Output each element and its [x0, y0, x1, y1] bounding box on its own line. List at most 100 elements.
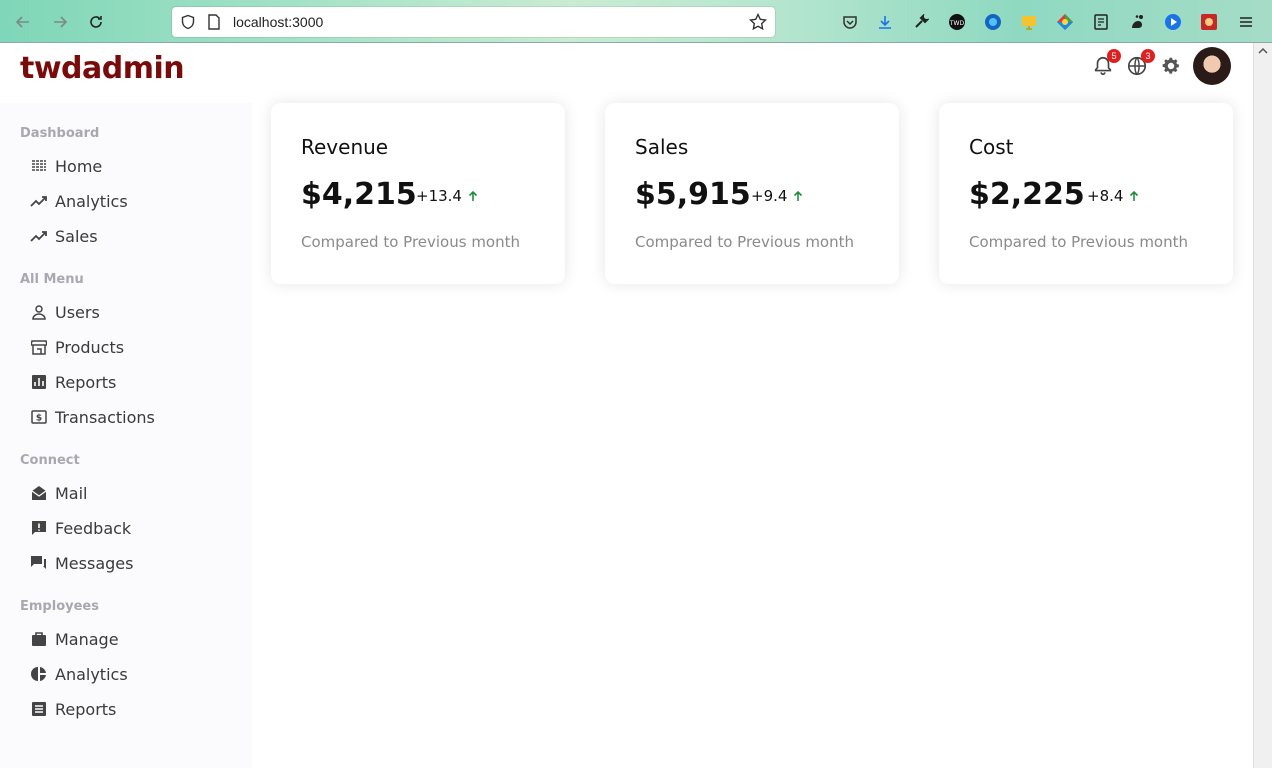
sidebar-item-home[interactable]: Home [30, 153, 102, 179]
sidebar-item-manage[interactable]: Manage [30, 626, 119, 652]
trending-up-icon [30, 192, 48, 210]
sidebar-item-analytics[interactable]: Analytics [30, 188, 128, 214]
cost-card: Cost $2,225 +8.4 Compared to Previous mo… [939, 103, 1233, 284]
main-content: Revenue $4,215 +13.4 Compared to Previou… [252, 103, 1253, 768]
globe-extension-icon[interactable] [983, 12, 1003, 32]
card-title: Revenue [301, 135, 389, 159]
language-button[interactable]: 3 [1124, 49, 1155, 79]
card-rate-value: +9.4 [751, 187, 788, 205]
hamburger-menu-icon[interactable] [1236, 12, 1256, 32]
card-value: $2,225 [969, 177, 1085, 212]
sidebar-item-label: Home [55, 156, 103, 176]
sidebar-item-employee-analytics[interactable]: Analytics [30, 661, 128, 687]
sidebar-item-transactions[interactable]: $ Transactions [30, 404, 155, 430]
sidebar-item-feedback[interactable]: Feedback [30, 515, 131, 541]
section-title-all-menu: All Menu [20, 272, 84, 287]
sidebar-item-label: Reports [55, 372, 117, 392]
download-icon[interactable] [875, 12, 895, 32]
sidebar-item-employee-reports[interactable]: Reports [30, 696, 116, 722]
presentation-extension-icon[interactable] [1019, 12, 1039, 32]
sidebar-item-label: Analytics [55, 664, 128, 684]
arrow-right-icon [54, 16, 68, 28]
notifications-badge: 5 [1107, 49, 1121, 63]
sidebar-item-label: Transactions [55, 407, 155, 427]
sidebar-item-sales[interactable]: Sales [30, 223, 98, 249]
arrow-left-icon [15, 16, 29, 28]
wrench-icon[interactable] [911, 12, 931, 32]
card-rate: +8.4 [1087, 187, 1139, 205]
play-extension-icon[interactable] [1163, 12, 1183, 32]
forum-icon [30, 554, 48, 572]
sidebar-item-label: Sales [55, 226, 98, 246]
sidebar-item-label: Analytics [55, 191, 128, 211]
svg-text:$: $ [36, 414, 42, 424]
settings-button[interactable] [1158, 53, 1184, 79]
card-subtitle: Compared to Previous month [969, 233, 1189, 251]
section-title-employees: Employees [20, 599, 99, 614]
sidebar-item-messages[interactable]: Messages [30, 550, 133, 576]
sidebar-item-label: Manage [55, 629, 119, 649]
twd-extension-icon[interactable]: TWD [947, 12, 967, 32]
scroll-up-icon[interactable] [1258, 47, 1268, 55]
card-value: $5,915 [635, 177, 751, 212]
card-value: $4,215 [301, 177, 417, 212]
card-subtitle: Compared to Previous month [301, 233, 521, 251]
mail-icon [30, 484, 48, 502]
briefcase-icon [30, 630, 48, 648]
vertical-scrollbar[interactable] [1253, 43, 1272, 768]
sales-card: Sales $5,915 +9.4 Compared to Previous m… [605, 103, 899, 284]
browser-toolbar: localhost:3000 TWD [0, 0, 1272, 43]
reload-icon [90, 16, 102, 28]
report-icon [30, 700, 48, 718]
card-title: Sales [635, 135, 689, 159]
user-icon [30, 303, 48, 321]
shield-icon [181, 14, 195, 30]
card-rate-value: +8.4 [1087, 187, 1124, 205]
card-rate: +9.4 [751, 187, 803, 205]
bookmark-star-icon[interactable] [749, 13, 767, 31]
sidebar-item-products[interactable]: Products [30, 334, 124, 360]
reload-button[interactable] [85, 11, 107, 33]
arrow-up-icon [794, 190, 803, 201]
sidebar-item-mail[interactable]: Mail [30, 480, 88, 506]
pie-chart-icon [30, 665, 48, 683]
money-icon: $ [30, 408, 48, 426]
address-bar[interactable]: localhost:3000 [172, 7, 775, 37]
feedback-icon [30, 519, 48, 537]
sidebar-item-users[interactable]: Users [30, 299, 100, 325]
section-title-connect: Connect [20, 453, 80, 468]
sidebar-item-label: Products [55, 337, 125, 357]
sidebar-item-label: Messages [55, 553, 134, 573]
url-text[interactable]: localhost:3000 [233, 14, 323, 30]
card-title: Cost [969, 135, 1014, 159]
card-subtitle: Compared to Previous month [635, 233, 855, 251]
gear-icon [1162, 57, 1179, 74]
card-rate: +13.4 [416, 187, 478, 205]
home-icon [30, 157, 48, 175]
app-logo[interactable]: twdadmin [20, 51, 185, 86]
gnome-icon[interactable] [1127, 12, 1147, 32]
language-badge: 3 [1141, 49, 1155, 63]
sidebar-item-label: Feedback [55, 518, 132, 538]
revenue-card: Revenue $4,215 +13.4 Compared to Previou… [271, 103, 565, 284]
sidebar-item-label: Mail [55, 483, 88, 503]
card-rate-value: +13.4 [416, 187, 462, 205]
puzzle-extension-icon[interactable] [1199, 12, 1219, 32]
back-button[interactable] [12, 11, 34, 33]
sidebar-item-reports[interactable]: Reports [30, 369, 116, 395]
section-title-dashboard: Dashboard [20, 126, 100, 141]
sidebar: Dashboard Home Analytics Sales All Menu … [0, 103, 252, 768]
user-avatar[interactable] [1193, 47, 1231, 85]
arrow-up-icon [468, 190, 478, 201]
app-header: twdadmin 5 3 [0, 43, 1253, 103]
notifications-button[interactable]: 5 [1090, 49, 1121, 79]
sidebar-item-label: Users [55, 302, 100, 322]
page-icon [208, 14, 220, 30]
sidebar-item-label: Reports [55, 699, 117, 719]
trending-up-icon [30, 227, 48, 245]
pocket-icon[interactable] [840, 12, 860, 32]
color-picker-icon[interactable] [1055, 12, 1075, 32]
forward-button[interactable] [49, 11, 71, 33]
storefront-icon [30, 338, 48, 356]
notes-icon[interactable] [1091, 12, 1111, 32]
